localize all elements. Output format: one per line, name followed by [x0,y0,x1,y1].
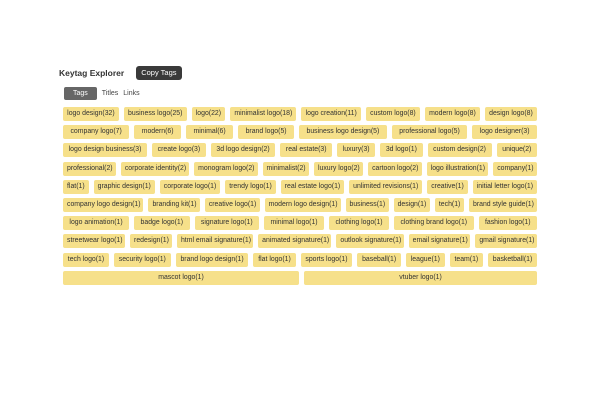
tag-chip[interactable]: email signature(1) [408,234,471,249]
tag-chip[interactable]: design logo(8) [484,107,537,121]
tag-chip[interactable]: clothing brand logo(1) [394,216,474,231]
tag-chip[interactable]: professional logo(5) [391,125,468,140]
tag-chip[interactable]: logo design(32) [63,107,119,121]
tag-row: logo animation(1) badge logo(1) signature … [63,216,537,231]
tag-chip[interactable]: business(1) [345,197,389,212]
tag-grid: logo design(32) business logo(25) logo(22)… [63,107,538,285]
tag-chip[interactable]: 3d logo design(2) [210,143,276,158]
tag-chip[interactable]: corporate logo(1) [159,179,221,194]
tag-chip[interactable]: logo design business(3) [63,143,148,158]
tag-chip[interactable]: company logo(7) [63,125,130,140]
tag-chip[interactable]: company logo design(1) [63,197,144,212]
tag-chip[interactable]: modern(6) [134,125,181,140]
tag-chip[interactable]: clothing logo(1) [329,216,390,231]
tag-chip[interactable]: fashion logo(1) [478,216,537,231]
tab-tags[interactable]: Tags [64,87,97,100]
tag-chip[interactable]: logo(22) [191,107,226,121]
tag-row: company logo design(1) branding kit(1) cre… [63,197,537,212]
tag-chip[interactable]: modern logo(8) [424,107,480,121]
tag-chip[interactable]: gmail signature(1) [475,234,537,249]
tag-chip[interactable]: minimal(6) [186,125,234,140]
tag-chip[interactable]: logo animation(1) [63,216,130,231]
tag-chip[interactable]: tech(1) [434,197,464,212]
tag-row: logo design business(3) create logo(3) 3d … [63,143,537,158]
tag-chip[interactable]: professional(2) [63,161,116,176]
tag-chip[interactable]: sports logo(1) [300,252,353,267]
tag-chip[interactable]: real estate(3) [280,143,333,158]
tag-chip[interactable]: trendy logo(1) [225,179,276,194]
tag-row: professional(2) corporate identity(2) mono… [63,161,537,176]
tag-chip[interactable]: 3d logo(1) [380,143,423,158]
tag-row: logo design(32) business logo(25) logo(22)… [63,107,537,121]
tag-chip[interactable]: tech logo(1) [63,252,109,267]
tag-chip[interactable]: modern logo design(1) [264,197,341,212]
tag-row: mascot logo(1) vtuber logo(1) [63,270,537,285]
tag-chip[interactable]: luxury(3) [337,143,376,158]
tag-chip[interactable]: branding kit(1) [148,197,200,212]
tag-chip[interactable]: minimalist(2) [262,161,309,176]
tag-chip[interactable]: streetwear logo(1) [63,234,126,249]
tag-chip[interactable]: custom design(2) [427,143,492,158]
tag-row: company logo(7) modern(6) minimal(6) brand … [63,125,537,140]
tag-chip[interactable]: monogram logo(2) [194,161,258,176]
tag-chip[interactable]: logo creation(11) [301,107,361,121]
view-tabs: Tags Titles Links [64,87,537,100]
tag-chip[interactable]: unlimited revisions(1) [349,179,423,194]
tag-chip[interactable]: cartoon logo(2) [368,161,422,176]
tab-titles[interactable]: Titles [102,87,118,100]
tag-chip[interactable]: corporate identity(2) [120,161,190,176]
tag-chip[interactable]: signature logo(1) [194,216,260,231]
tag-chip[interactable]: graphic design(1) [93,179,155,194]
tag-chip[interactable]: minimal logo(1) [264,216,325,231]
tag-chip[interactable]: redesign(1) [130,234,172,249]
copy-tags-button[interactable]: Copy Tags [136,66,182,80]
tag-chip[interactable]: mascot logo(1) [63,270,300,285]
tag-chip[interactable]: logo designer(3) [472,125,537,140]
tag-chip[interactable]: real estate logo(1) [280,179,345,194]
tag-chip[interactable]: brand logo(5) [238,125,295,140]
tag-chip[interactable]: creative(1) [427,179,468,194]
tag-chip[interactable]: logo illustration(1) [426,161,489,176]
tag-chip[interactable]: create logo(3) [152,143,206,158]
tag-chip[interactable]: vtuber logo(1) [304,270,537,285]
tag-chip[interactable]: league(1) [405,252,445,267]
tag-chip[interactable]: security logo(1) [113,252,171,267]
tag-chip[interactable]: baseball(1) [357,252,401,267]
tag-chip[interactable]: minimalist logo(18) [230,107,297,121]
tag-chip[interactable]: flat(1) [63,179,89,194]
tag-chip[interactable]: badge logo(1) [134,216,190,231]
tag-chip[interactable]: initial letter logo(1) [472,179,537,194]
tag-row: flat(1) graphic design(1) corporate logo(1… [63,179,537,194]
tag-chip[interactable]: business logo design(5) [299,125,387,140]
tag-chip[interactable]: team(1) [449,252,484,267]
tag-chip[interactable]: company(1) [493,161,537,176]
tag-row: tech logo(1) security logo(1) brand logo d… [63,252,538,267]
tag-chip[interactable]: brand style guide(1) [469,197,537,212]
tag-chip[interactable]: luxury logo(2) [313,161,364,176]
tag-chip[interactable]: business logo(25) [123,107,187,121]
tag-chip[interactable]: basketball(1) [488,252,538,267]
tag-chip[interactable]: brand logo design(1) [175,252,249,267]
tag-chip[interactable]: flat logo(1) [253,252,296,267]
tag-chip[interactable]: unique(2) [496,143,537,158]
tab-links[interactable]: Links [123,87,139,100]
panel-header: Keytag Explorer Copy Tags [59,66,537,80]
tag-chip[interactable]: html email signature(1) [176,234,254,249]
keytag-explorer-panel: Keytag Explorer Copy Tags Tags Titles Li… [59,66,538,289]
panel-title: Keytag Explorer [59,68,125,78]
tag-chip[interactable]: custom logo(8) [365,107,420,121]
tag-chip[interactable]: animated signature(1) [258,234,332,249]
tag-row: streetwear logo(1) redesign(1) html email … [63,234,537,249]
tag-chip[interactable]: creative logo(1) [204,197,260,212]
tag-chip[interactable]: outlook signature(1) [336,234,404,249]
tag-chip[interactable]: design(1) [393,197,430,212]
